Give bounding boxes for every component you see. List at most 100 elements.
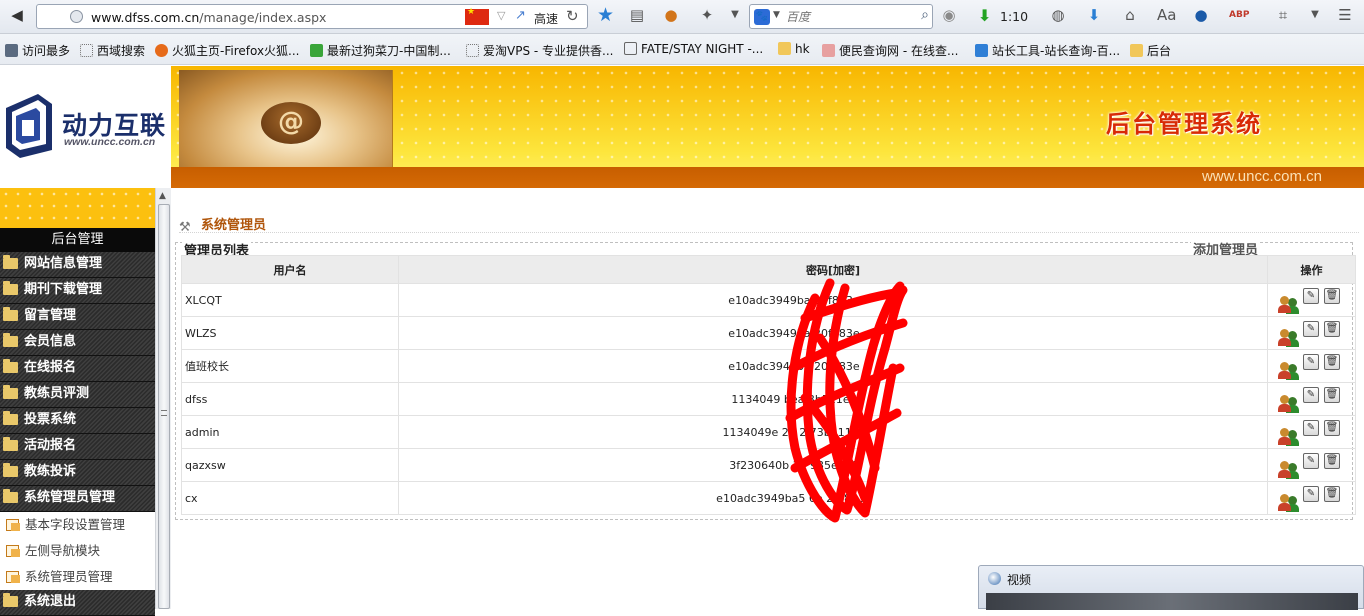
media-icon[interactable]: ●: [1192, 6, 1210, 24]
logo-url: www.uncc.com.cn: [64, 136, 156, 148]
delete-icon[interactable]: 🗑: [1324, 453, 1340, 469]
url-text[interactable]: www.dfss.com.cn/manage/index.aspx: [91, 10, 326, 25]
user-permissions-icon[interactable]: [1277, 459, 1299, 479]
folder-icon: [3, 255, 18, 269]
adblock-icon[interactable]: ABP: [1229, 6, 1249, 24]
delete-icon[interactable]: 🗑: [1324, 486, 1340, 502]
search-input[interactable]: [786, 8, 906, 26]
overflow-icon[interactable]: ▼: [1306, 6, 1324, 24]
admin-list-panel: 管理员列表 添加管理员 用户名 密码[加密] 操作 XLCQT e10adc39…: [175, 239, 1356, 520]
sidebar-item-coach-review[interactable]: 教练员评测: [0, 382, 155, 408]
home-icon[interactable]: ⌂: [1121, 6, 1139, 24]
bookmark-star-icon[interactable]: ★: [597, 4, 614, 26]
file-icon: [6, 545, 20, 557]
sidebar-subitem-left-nav[interactable]: 左侧导航模块: [0, 538, 155, 564]
back-icon[interactable]: ◀: [8, 6, 26, 24]
user-permissions-icon[interactable]: [1277, 327, 1299, 347]
admin-table: 用户名 密码[加密] 操作 XLCQT e10adc3949ba 20f883e…: [181, 255, 1356, 515]
sidebar-item-label: 系统退出: [24, 594, 77, 609]
extension-icon[interactable]: ✦: [698, 6, 716, 24]
edit-icon[interactable]: ✎: [1303, 486, 1319, 502]
sidebar-scrollbar[interactable]: ▲: [155, 188, 171, 609]
divider: [179, 232, 1359, 233]
sidebar-item-admin-management[interactable]: 系统管理员管理: [0, 486, 155, 512]
video-window[interactable]: 视频: [978, 565, 1364, 610]
bookmark-item[interactable]: 西域搜索: [80, 42, 145, 59]
url-bar[interactable]: www.dfss.com.cn/manage/index.aspx ▽ ↗ 高速…: [36, 4, 588, 29]
sidebar-item-voting[interactable]: 投票系统: [0, 408, 155, 434]
edit-icon[interactable]: ✎: [1303, 420, 1319, 436]
sidebar-item-members[interactable]: 会员信息: [0, 330, 155, 356]
sidebar-item-site-info[interactable]: 网站信息管理: [0, 252, 155, 278]
bookmark-item[interactable]: 最新过狗菜刀-中国制...: [310, 42, 451, 59]
bookmark-item[interactable]: 站长工具-站长查询-百...: [975, 42, 1120, 59]
downloads-icon[interactable]: ⬇: [1085, 6, 1103, 24]
font-icon[interactable]: Aa: [1157, 6, 1176, 24]
sidebar-item-event-signup[interactable]: 活动报名: [0, 434, 155, 460]
reader-icon[interactable]: ▤: [628, 6, 646, 24]
sidebar-subitem-admin[interactable]: 系统管理员管理: [0, 564, 155, 590]
file-icon: [6, 519, 20, 531]
user-permissions-icon[interactable]: [1277, 294, 1299, 314]
search-icon[interactable]: ⌕: [921, 7, 929, 23]
bookmark-item[interactable]: FATE/STAY NIGHT -...: [624, 42, 763, 56]
globe-icon[interactable]: ◉: [940, 6, 958, 24]
user-permissions-icon[interactable]: [1277, 426, 1299, 446]
sidebar-item-journal-download[interactable]: 期刊下载管理: [0, 278, 155, 304]
bookmark-item[interactable]: 后台: [1130, 42, 1171, 59]
palette-icon[interactable]: ◍: [1049, 6, 1067, 24]
baidu-engine-icon[interactable]: 🐾: [754, 9, 770, 25]
dropdown-icon[interactable]: ▽: [497, 9, 505, 22]
delete-icon[interactable]: 🗑: [1324, 288, 1340, 304]
bookmark-item[interactable]: 便民查询网 - 在线查...: [822, 42, 958, 59]
delete-icon[interactable]: 🗑: [1324, 420, 1340, 436]
download-icon[interactable]: ⬇: [978, 6, 991, 25]
sidebar-subitem-field-settings[interactable]: 基本字段设置管理: [0, 512, 155, 538]
sidebar-item-messages[interactable]: 留言管理: [0, 304, 155, 330]
user-permissions-icon[interactable]: [1277, 492, 1299, 512]
edit-icon[interactable]: ✎: [1303, 321, 1319, 337]
cell-username: 值班校长: [181, 349, 399, 383]
cell-actions: ✎ 🗑: [1267, 448, 1356, 482]
bookmark-item[interactable]: 访问最多: [5, 42, 70, 59]
breadcrumb: ⚒ 系统管理员: [179, 214, 266, 235]
chevron-down-icon[interactable]: ▼: [726, 6, 744, 24]
system-title: 后台管理系统: [1106, 110, 1262, 138]
edit-icon[interactable]: ✎: [1303, 453, 1319, 469]
crop-icon[interactable]: ⌗: [1274, 6, 1292, 24]
delete-icon[interactable]: 🗑: [1324, 321, 1340, 337]
scroll-thumb[interactable]: [158, 204, 170, 609]
user-permissions-icon[interactable]: [1277, 393, 1299, 413]
sidebar-item-online-signup[interactable]: 在线报名: [0, 356, 155, 382]
cell-password: 3f230640b 14 935eb69: [398, 448, 1268, 482]
speed-icon: ↗: [515, 8, 526, 23]
sidebar-item-coach-complaint[interactable]: 教练投诉: [0, 460, 155, 486]
bookmark-item[interactable]: 爱淘VPS - 专业提供香...: [466, 42, 613, 59]
reload-icon[interactable]: ↻: [566, 7, 579, 25]
menu-icon[interactable]: ☰: [1336, 6, 1354, 24]
folder-icon: [3, 307, 18, 321]
sidebar-item-logout[interactable]: 系统退出: [0, 590, 155, 616]
site-identity-icon[interactable]: [70, 10, 83, 23]
speed-label[interactable]: 高速: [534, 10, 558, 27]
download-count[interactable]: 1:10: [1000, 9, 1028, 24]
folder-icon: [3, 359, 18, 373]
table-row: cx e10adc3949ba5 6e 20f883e ✎ 🗑: [181, 481, 1356, 515]
engine-dropdown-icon[interactable]: ▼: [773, 10, 780, 20]
bookmark-item[interactable]: hk: [778, 42, 810, 56]
video-preview[interactable]: [986, 593, 1358, 610]
bookmark-item[interactable]: 火狐主页-Firefox火狐...: [155, 42, 300, 59]
sidebar: 后台管理 网站信息管理 期刊下载管理 留言管理 会员信息 在线报名 教练员评测 …: [0, 188, 155, 616]
search-box[interactable]: 🐾 ▼ ⌕: [749, 4, 933, 29]
edit-icon[interactable]: ✎: [1303, 354, 1319, 370]
firefox-addon-icon[interactable]: ●: [662, 6, 680, 24]
user-permissions-icon[interactable]: [1277, 360, 1299, 380]
delete-icon[interactable]: 🗑: [1324, 354, 1340, 370]
folder-icon: [3, 385, 18, 399]
bookmarks-bar: 访问最多 西域搜索 火狐主页-Firefox火狐... 最新过狗菜刀-中国制..…: [0, 34, 1364, 65]
edit-icon[interactable]: ✎: [1303, 387, 1319, 403]
delete-icon[interactable]: 🗑: [1324, 387, 1340, 403]
scroll-up-icon[interactable]: ▲: [159, 191, 166, 201]
edit-icon[interactable]: ✎: [1303, 288, 1319, 304]
sidebar-item-label: 期刊下载管理: [24, 282, 103, 297]
